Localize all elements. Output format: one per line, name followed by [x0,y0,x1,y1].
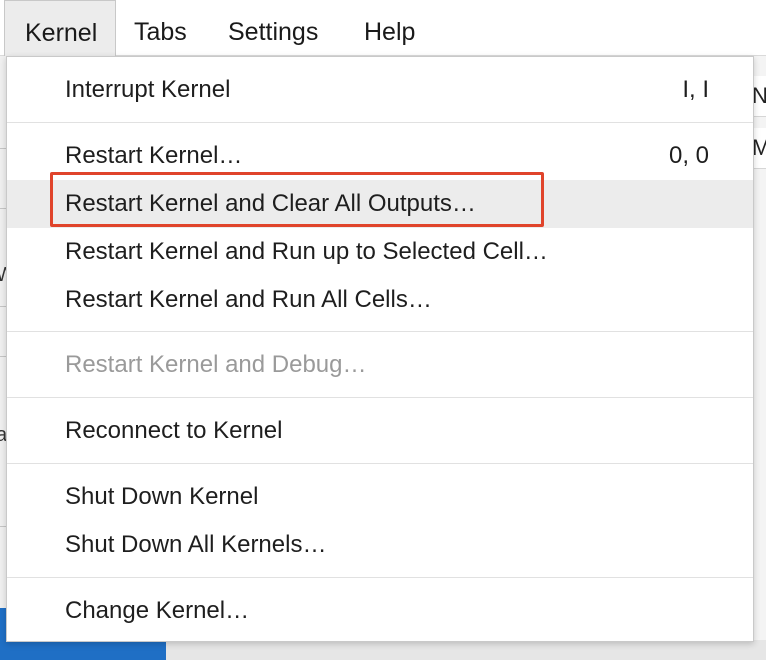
menu-item-reconnect-kernel[interactable]: Reconnect to Kernel [7,407,753,455]
jupyter-window: W a N. M Kernel Tabs Settings Help Inter… [0,0,766,660]
menu-item-shut-down-all-kernels[interactable]: Shut Down All Kernels… [7,521,753,569]
menu-kernel[interactable]: Kernel [4,0,116,56]
menu-settings[interactable]: Settings [210,0,346,56]
menu-item-label: Restart Kernel and Run up to Selected Ce… [65,238,548,265]
menu-item-restart-run-selected[interactable]: Restart Kernel and Run up to Selected Ce… [7,228,753,276]
menu-item-label: Restart Kernel… [65,142,243,169]
menu-item-label: Change Kernel… [65,597,250,624]
background-status-strip [166,640,766,660]
kernel-menu-dropdown: Interrupt Kernel I, I Restart Kernel… 0,… [6,56,754,642]
menu-item-label: Shut Down All Kernels… [65,531,327,558]
menu-item-shut-down-kernel[interactable]: Shut Down Kernel [7,473,753,521]
menu-separator [7,122,753,123]
menu-separator [7,331,753,332]
menu-separator [7,463,753,464]
menu-separator [7,577,753,578]
background-cell-text: N. [752,76,766,117]
menu-item-label: Reconnect to Kernel [65,417,283,444]
menu-item-label: Interrupt Kernel [65,76,231,103]
background-cell-text: M [752,128,766,169]
menu-item-shortcut: 0, 0 [668,142,709,169]
menu-item-shortcut: I, I [682,76,709,103]
menubar: Kernel Tabs Settings Help [0,0,766,56]
menu-item-label: Restart Kernel and Debug… [65,351,367,378]
menu-item-restart-debug: Restart Kernel and Debug… [7,341,753,389]
menu-item-restart-run-all[interactable]: Restart Kernel and Run All Cells… [7,276,753,324]
menu-item-interrupt-kernel[interactable]: Interrupt Kernel I, I [7,66,753,114]
menu-tabs[interactable]: Tabs [116,0,208,56]
menu-item-label: Restart Kernel and Clear All Outputs… [65,190,476,217]
menu-item-change-kernel[interactable]: Change Kernel… [7,587,753,635]
menu-item-label: Restart Kernel and Run All Cells… [65,286,432,313]
menu-item-label: Shut Down Kernel [65,483,259,510]
menu-item-restart-clear-outputs[interactable]: Restart Kernel and Clear All Outputs… [7,180,753,228]
menu-item-restart-kernel[interactable]: Restart Kernel… 0, 0 [7,132,753,180]
menu-separator [7,397,753,398]
menu-help[interactable]: Help [346,0,442,56]
